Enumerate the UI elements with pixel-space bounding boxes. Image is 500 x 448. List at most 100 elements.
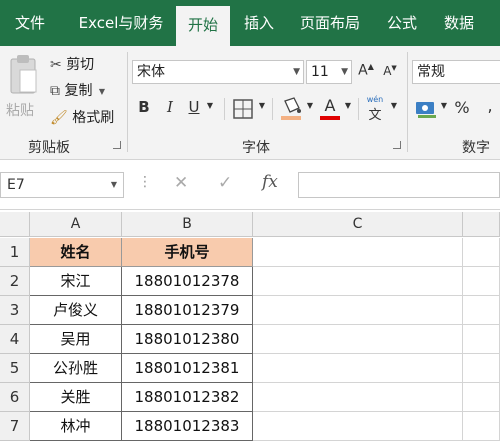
cell-a6[interactable]: 关胜 [30,383,122,412]
cell-d5[interactable] [463,354,500,383]
cell-b1[interactable]: 手机号 [122,238,253,267]
spreadsheet-grid: A B C 1 姓名 手机号 2 宋江 18801012378 3 卢俊义 18… [0,212,500,448]
chevron-down-icon[interactable]: ▼ [388,101,400,110]
cell-b5[interactable]: 18801012381 [122,354,253,383]
row-header[interactable]: 6 [0,383,30,412]
percent-style-button[interactable]: % [452,98,472,117]
cut-button[interactable]: ✂ 剪切 [50,54,94,74]
ribbon: 粘贴 ✂ 剪切 ⧉ 复制 ▼ 🖌 格式刷 剪贴板 宋体 ▼ 11 ▼ A▲ A▼… [0,46,500,160]
decrease-font-size-icon[interactable]: A▼ [380,64,400,78]
chevron-down-icon: ▼ [293,67,300,77]
cell-a3[interactable]: 卢俊义 [30,296,122,325]
clipboard-group-label: 剪贴板 [28,140,70,156]
cell-c2[interactable] [253,267,463,296]
row-header[interactable]: 2 [0,267,30,296]
fill-color-icon[interactable] [280,96,302,122]
paste-button[interactable]: 粘贴 [6,54,40,124]
formula-input[interactable] [298,172,500,198]
cell-c7[interactable] [253,412,463,441]
row-header[interactable]: 4 [0,325,30,354]
underline-button[interactable]: U [184,98,204,116]
font-name-value: 宋体 [137,64,165,80]
font-color-button[interactable]: A [320,94,340,122]
clipboard-dialog-launcher[interactable] [113,141,121,149]
divider [358,98,359,120]
tab-file[interactable]: 文件 [0,0,60,46]
name-box[interactable]: E7 ▼ [0,172,124,198]
cell-b7[interactable]: 18801012383 [122,412,253,441]
cell-c3[interactable] [253,296,463,325]
copy-icon: ⧉ [50,83,60,99]
ribbon-tab-bar: 文件 Excel与财务 开始 插入 页面布局 公式 数据 [0,0,500,46]
comma-style-icon[interactable]: , [480,96,500,115]
cell-d3[interactable] [463,296,500,325]
format-painter-button[interactable]: 🖌 格式刷 [50,107,114,127]
cell-b3[interactable]: 18801012379 [122,296,253,325]
tab-home[interactable]: 开始 [176,6,230,46]
enter-icon[interactable]: ✓ [218,173,232,193]
cell-d4[interactable] [463,325,500,354]
insert-function-icon[interactable]: fx [262,172,278,192]
more-options-icon[interactable]: ⋮ [138,174,152,190]
column-header-b[interactable]: B [122,212,253,237]
formula-bar: E7 ▼ ⋮ ✕ ✓ fx [0,160,500,210]
cell-a1[interactable]: 姓名 [30,238,122,267]
column-header-d[interactable] [463,212,500,237]
chevron-down-icon[interactable]: ▼ [256,101,268,110]
row-header[interactable]: 3 [0,296,30,325]
accounting-format-icon[interactable] [414,98,438,120]
tab-excel-finance[interactable]: Excel与财务 [66,0,176,46]
cell-b2[interactable]: 18801012378 [122,267,253,296]
cell-c5[interactable] [253,354,463,383]
cell-d6[interactable] [463,383,500,412]
cell-a2[interactable]: 宋江 [30,267,122,296]
cell-b6[interactable]: 18801012382 [122,383,253,412]
column-header-a[interactable]: A [30,212,122,237]
font-name-select[interactable]: 宋体 ▼ [132,60,304,84]
cell-a4[interactable]: 吴用 [30,325,122,354]
number-format-select[interactable]: 常规 [412,60,500,84]
row-header[interactable]: 5 [0,354,30,383]
cell-a5[interactable]: 公孙胜 [30,354,122,383]
cell-a7[interactable]: 林冲 [30,412,122,441]
tab-formulas[interactable]: 公式 [376,0,428,46]
divider [224,98,225,120]
font-color-bar [320,116,340,120]
row-header[interactable]: 1 [0,238,30,267]
chevron-down-icon[interactable]: ▼ [342,101,354,110]
chevron-down-icon[interactable]: ▼ [438,101,450,110]
font-color-icon: A [324,96,336,115]
bold-button[interactable]: B [134,98,154,116]
italic-button[interactable]: I [160,98,180,116]
number-group-label: 数字 [462,140,490,156]
clipboard-icon [10,55,37,94]
chevron-down-icon[interactable]: ▼ [204,101,216,110]
cell-c1[interactable] [253,238,463,267]
phonetic-guide-icon[interactable]: wén 文 [364,96,386,124]
cell-b4[interactable]: 18801012380 [122,325,253,354]
select-all-corner[interactable] [0,212,30,237]
increase-font-size-icon[interactable]: A▲ [356,62,376,79]
copy-button[interactable]: ⧉ 复制 ▼ [50,80,105,100]
column-header-c[interactable]: C [253,212,463,237]
tab-page-layout[interactable]: 页面布局 [290,0,370,46]
copy-label: 复制 [64,83,93,99]
font-size-select[interactable]: 11 ▼ [306,60,352,84]
divider [407,52,408,152]
font-dialog-launcher[interactable] [393,141,401,149]
paintbrush-icon: 🖌 [50,110,68,126]
font-group-label: 字体 [242,140,270,156]
cell-c6[interactable] [253,383,463,412]
paste-label: 粘贴 [6,103,34,119]
tab-data[interactable]: 数据 [432,0,486,46]
cancel-icon[interactable]: ✕ [174,173,188,193]
tab-insert[interactable]: 插入 [232,0,286,46]
format-painter-label: 格式刷 [72,110,115,126]
cell-d2[interactable] [463,267,500,296]
cell-c4[interactable] [253,325,463,354]
cell-d1[interactable] [463,238,500,267]
chevron-down-icon[interactable]: ▼ [304,101,316,110]
row-header[interactable]: 7 [0,412,30,441]
borders-icon[interactable] [232,98,254,120]
cell-d7[interactable] [463,412,500,441]
